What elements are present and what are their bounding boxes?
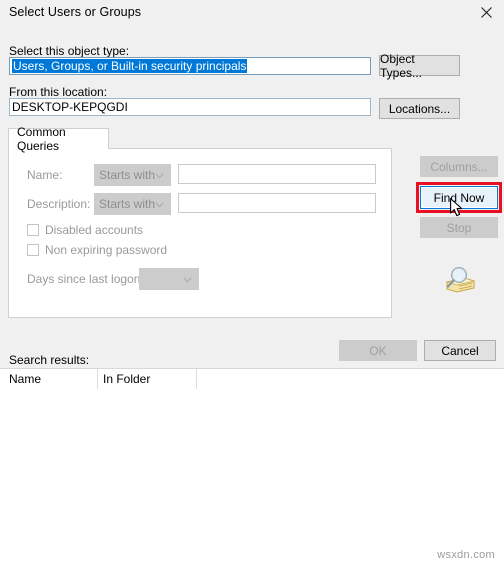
chevron-down-icon	[155, 168, 164, 182]
window-title: Select Users or Groups	[9, 5, 142, 19]
locations-button[interactable]: Locations...	[379, 98, 460, 119]
days-since-last-logon-select[interactable]	[139, 268, 199, 290]
column-header-in-folder[interactable]: In Folder	[103, 372, 150, 389]
find-now-button[interactable]: Find Now	[420, 186, 498, 209]
from-this-location-label: From this location:	[9, 85, 108, 99]
object-type-value: Users, Groups, or Built-in security prin…	[12, 59, 248, 73]
results-column-header: Name In Folder	[0, 369, 504, 389]
non-expiring-password-checkbox[interactable]: Non expiring password	[27, 243, 167, 257]
disabled-accounts-label: Disabled accounts	[45, 223, 144, 237]
disabled-accounts-checkbox[interactable]: Disabled accounts	[27, 223, 143, 237]
select-users-or-groups-dialog: Select Users or Groups Select this objec…	[0, 0, 504, 567]
search-magnifier-icon	[438, 264, 478, 296]
name-operator-select[interactable]: Starts with	[94, 164, 171, 186]
name-label: Name:	[27, 168, 63, 182]
tab-common-queries-label: Common Queries	[17, 125, 66, 153]
checkbox-box-icon	[27, 224, 39, 236]
location-input[interactable]: DESKTOP-KEPQGDI	[9, 98, 371, 116]
title-bar: Select Users or Groups	[0, 0, 504, 28]
object-type-input[interactable]: Users, Groups, or Built-in security prin…	[9, 57, 371, 75]
common-queries-panel: Common Queries Name: Starts with Descrip…	[8, 125, 392, 318]
stop-button[interactable]: Stop	[420, 217, 498, 238]
description-operator-value: Starts with	[99, 197, 156, 211]
days-since-last-logon-label: Days since last logon:	[27, 272, 144, 286]
description-input[interactable]	[178, 193, 376, 213]
search-results-label: Search results:	[9, 353, 90, 367]
columns-button[interactable]: Columns...	[420, 156, 498, 177]
column-divider[interactable]	[97, 369, 98, 389]
description-operator-select[interactable]: Starts with	[94, 193, 171, 215]
common-queries-body: Name: Starts with Description: Starts wi…	[8, 148, 392, 318]
close-icon[interactable]	[468, 0, 504, 25]
non-expiring-password-label: Non expiring password	[45, 243, 168, 257]
object-types-button[interactable]: Object Types...	[379, 52, 460, 80]
search-results-list[interactable]: Name In Folder	[0, 368, 504, 567]
object-type-label: Select this object type:	[9, 44, 130, 58]
name-operator-value: Starts with	[99, 168, 156, 182]
chevron-down-icon	[155, 197, 164, 211]
watermark: wsxdn.com	[437, 549, 495, 561]
chevron-down-icon	[183, 272, 192, 286]
name-input[interactable]	[178, 164, 376, 184]
cancel-button[interactable]: Cancel	[424, 340, 496, 361]
checkbox-box-icon	[27, 244, 39, 256]
tab-common-queries[interactable]: Common Queries	[8, 125, 109, 153]
description-label: Description:	[27, 197, 91, 211]
location-value: DESKTOP-KEPQGDI	[12, 100, 128, 114]
column-divider[interactable]	[196, 369, 197, 389]
ok-button[interactable]: OK	[339, 340, 417, 361]
column-header-name[interactable]: Name	[9, 372, 41, 389]
